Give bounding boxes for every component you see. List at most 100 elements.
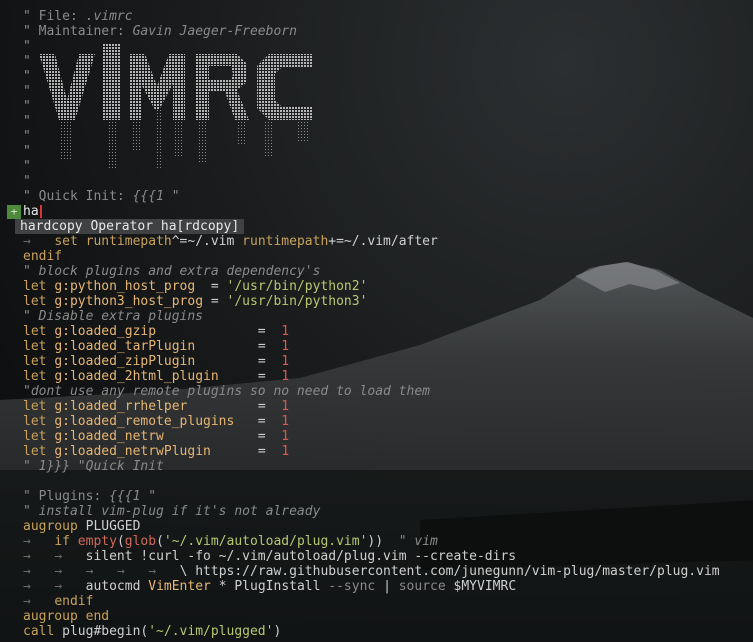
option-name: runtimepath <box>85 234 172 249</box>
vim-editor[interactable]: " File: .vimrc " Maintainer: Gavin Jaege… <box>0 0 753 642</box>
autocmd-command: * PlugInstall <box>210 579 329 594</box>
pipe-op: | <box>375 579 399 594</box>
plugins-fold-line[interactable]: " Plugins: {{{1 " <box>23 489 156 504</box>
set-keyword: set <box>54 234 78 249</box>
fold-marker: {{{1 " <box>132 189 180 204</box>
python-host-line: let g:python_host_prog = '/usr/bin/pytho… <box>23 279 367 294</box>
endif-keyword: endif <box>54 594 94 609</box>
augroup-end-line: augroup end <box>23 609 110 624</box>
quick-init-fold-line[interactable]: " Quick Init: {{{1 " <box>23 189 180 204</box>
let-keyword: let <box>23 279 47 294</box>
loaded-var-line: let g:loaded_zipPlugin = 1 <box>23 354 289 369</box>
tab-arrow: → <box>23 594 31 609</box>
tab-arrow: → <box>54 564 63 579</box>
function-call: plug#begin( <box>54 624 149 639</box>
remote-plugins-comment: "dont use any remote plugins so no need … <box>23 384 430 399</box>
sync-flag: --sync <box>328 579 376 594</box>
assign-op: = <box>203 294 227 309</box>
event-name: VimEnter <box>148 579 211 594</box>
variable-name: g:loaded_netrwPlugin <box>54 444 211 459</box>
let-keyword: let <box>23 339 47 354</box>
close-paren: ) <box>273 624 282 639</box>
loaded-var-line: let g:loaded_tarPlugin = 1 <box>23 339 289 354</box>
maintainer-value: Gavin Jaeger-Freeborn <box>132 24 297 39</box>
quote-line: " <box>23 174 31 189</box>
assign-op: = <box>195 339 282 354</box>
tab-arrow: → <box>23 564 31 579</box>
let-keyword: let <box>23 324 47 339</box>
assign-op: = <box>195 354 282 369</box>
let-keyword: let <box>23 354 47 369</box>
number-value: 1 <box>281 414 290 429</box>
function-name: empty <box>77 534 117 549</box>
variable-name: g:python_host_prog <box>54 279 196 294</box>
quote-line: " <box>23 114 31 129</box>
quick-init-label: " Quick Init: <box>23 189 133 204</box>
string-value: '/usr/bin/python2' <box>226 279 368 294</box>
inline-comment: " vim <box>398 534 438 549</box>
tab-arrow: → <box>23 549 31 564</box>
number-value: 1 <box>281 369 290 384</box>
let-keyword: let <box>23 414 47 429</box>
number-value: 1 <box>281 444 290 459</box>
quote-line: " <box>23 69 31 84</box>
number-value: 1 <box>281 354 290 369</box>
assign-op: = <box>163 429 282 444</box>
variable-name: g:loaded_zipPlugin <box>54 354 196 369</box>
quote-line: " <box>23 144 31 159</box>
if-keyword: if <box>54 534 70 549</box>
maintainer-comment-line: " Maintainer: Gavin Jaeger-Freeborn <box>23 24 297 39</box>
typed-text: ha <box>23 204 39 219</box>
string-value: '~/.vim/autoload/plug.vim' <box>163 534 368 549</box>
quote-line: " <box>23 129 31 144</box>
variable-name: g:python3_host_prog <box>54 294 204 309</box>
quote-line: " <box>23 84 31 99</box>
endif-line: endif <box>23 249 63 264</box>
autocmd-line: → → autocmd VimEnter * PlugInstall --syn… <box>23 579 516 594</box>
url-continuation-line: → → → → → \ https://raw.githubuserconten… <box>23 564 720 579</box>
string-value: '/usr/bin/python3' <box>226 294 368 309</box>
number-value: 1 <box>281 429 290 444</box>
let-keyword: let <box>23 429 47 444</box>
myvimrc-var: $MYVIMRC <box>445 579 517 594</box>
number-value: 1 <box>281 399 290 414</box>
loaded-var-line: let g:loaded_rrhelper = 1 <box>23 399 289 414</box>
tab-arrow: → <box>148 564 157 579</box>
assign-op: = <box>218 369 282 384</box>
fold-marker: {{{1 " <box>109 489 157 504</box>
let-keyword: let <box>23 399 47 414</box>
loaded-var-line: let g:loaded_netrwPlugin = 1 <box>23 444 289 459</box>
tab-arrow: → <box>116 564 125 579</box>
file-value: .vimrc <box>85 9 133 24</box>
quote-line: " <box>23 54 31 69</box>
loaded-var-line: let g:loaded_remote_plugins = 1 <box>23 414 289 429</box>
set-runtimepath-line: → set runtimepath^=~/.vim runtimepath+=~… <box>23 234 438 249</box>
curl-command: silent !curl -fo ~/.vim/autoload/plug.vi… <box>85 549 517 564</box>
tab-arrow: → <box>23 234 31 249</box>
cursor-line[interactable]: ha <box>23 204 42 219</box>
augroup-name: PLUGGED <box>77 519 141 534</box>
tab-arrow: → <box>54 549 63 564</box>
text-cursor <box>39 205 42 218</box>
file-label: " File: <box>23 9 86 24</box>
if-empty-line: → if empty(glob('~/.vim/autoload/plug.vi… <box>23 534 438 549</box>
maintainer-label: " Maintainer: <box>23 24 133 39</box>
endif-line: → endif <box>23 594 93 609</box>
assign-op: = <box>210 444 282 459</box>
silent-curl-line: → → silent !curl -fo ~/.vim/autoload/plu… <box>23 549 516 564</box>
augroup-line: augroup PLUGGED <box>23 519 140 534</box>
git-added-sign: + <box>7 205 21 219</box>
completion-popup-item[interactable]: hardcopy Operator ha[rdcopy] <box>15 219 245 234</box>
let-keyword: let <box>23 444 47 459</box>
let-keyword: let <box>23 369 47 384</box>
close-paren: )) <box>367 534 384 549</box>
loaded-var-line: let g:loaded_gzip = 1 <box>23 324 289 339</box>
let-keyword: let <box>23 294 47 309</box>
tab-arrow: → <box>23 579 31 594</box>
assign-op: = <box>156 324 282 339</box>
loaded-var-line: let g:loaded_2html_plugin = 1 <box>23 369 289 384</box>
install-vim-plug-comment: " install vim-plug if it's not already <box>23 504 321 519</box>
number-value: 1 <box>281 324 290 339</box>
python3-host-line: let g:python3_host_prog = '/usr/bin/pyth… <box>23 294 367 309</box>
quote-line: " <box>23 159 31 174</box>
